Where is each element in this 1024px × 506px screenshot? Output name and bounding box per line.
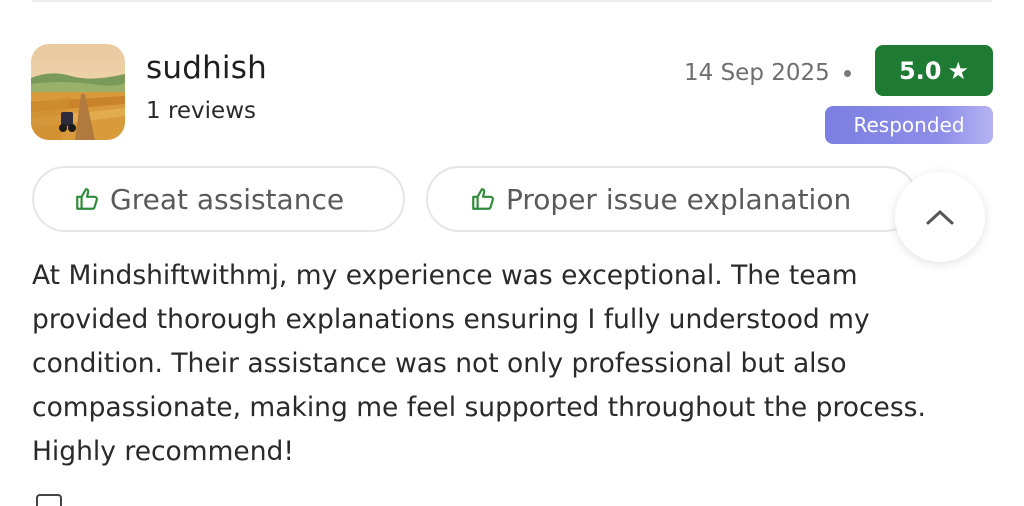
tag-label: Proper issue explanation <box>506 182 852 216</box>
partial-icon <box>36 494 62 506</box>
rating-value: 5.0 <box>898 56 942 85</box>
thumbs-up-icon <box>472 188 494 210</box>
chevron-up-icon <box>926 210 954 225</box>
dot-separator <box>844 70 851 77</box>
top-divider <box>32 0 992 2</box>
collapse-button[interactable] <box>895 172 985 262</box>
reviewer-avatar[interactable] <box>31 44 125 140</box>
reviewer-name[interactable]: sudhish <box>146 50 267 86</box>
rating-badge: 5.0 ★ <box>875 45 993 96</box>
review-date: 14 Sep 2025 <box>684 60 830 86</box>
tag-chip-great-assistance[interactable]: Great assistance <box>32 166 405 232</box>
thumbs-up-icon <box>76 188 98 210</box>
tag-label: Great assistance <box>110 182 345 216</box>
star-icon: ★ <box>947 56 970 85</box>
review-count: 1 reviews <box>146 98 256 124</box>
review-text: At Mindshiftwithmj, my experience was ex… <box>32 260 926 467</box>
farm-landscape-avatar-icon <box>31 44 125 140</box>
responded-badge: Responded <box>825 106 993 144</box>
tag-chip-proper-issue-explanation[interactable]: Proper issue explanation <box>426 166 918 232</box>
